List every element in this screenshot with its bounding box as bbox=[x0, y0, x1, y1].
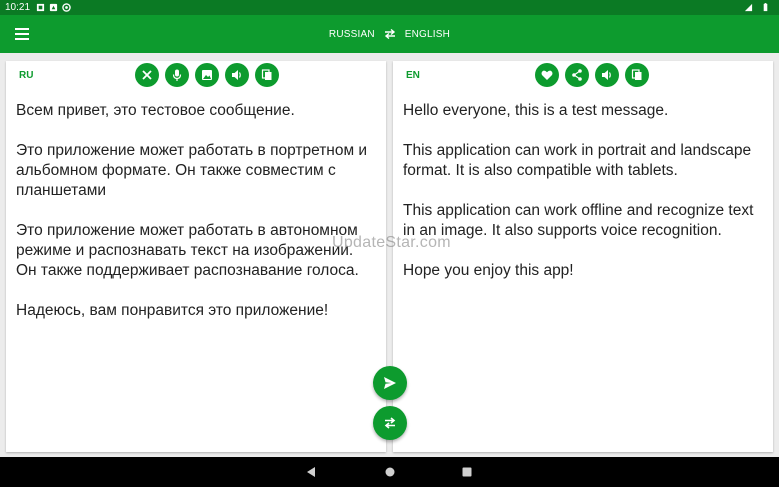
battery-icon bbox=[763, 3, 768, 12]
copy-icon bbox=[631, 69, 642, 80]
target-language-code: EN bbox=[406, 70, 420, 81]
sync-icon bbox=[62, 3, 71, 12]
image-input-button[interactable] bbox=[195, 63, 219, 87]
status-bar: 10:21 bbox=[0, 0, 779, 15]
source-actions bbox=[135, 63, 279, 87]
voice-input-button[interactable] bbox=[165, 63, 189, 87]
target-text-area: Hello everyone, this is a test message. … bbox=[403, 101, 763, 301]
target-paragraph: Hope you enjoy this app! bbox=[403, 262, 574, 279]
language-switcher: RUSSIAN ENGLISH bbox=[0, 15, 779, 53]
mic-icon bbox=[172, 69, 182, 81]
source-text-card: RU Всем привет, это тестовое сообщение. … bbox=[6, 61, 386, 452]
status-time: 10:21 bbox=[5, 2, 31, 13]
clear-button[interactable] bbox=[135, 63, 159, 87]
swap-languages-button[interactable] bbox=[383, 27, 397, 41]
source-paragraph: Всем привет, это тестовое сообщение. bbox=[16, 102, 295, 119]
source-paragraph: Надеюсь, вам понравится это приложение! bbox=[16, 302, 329, 319]
recent-apps-button[interactable] bbox=[460, 465, 474, 479]
clear-icon bbox=[142, 70, 152, 80]
notification-icon bbox=[36, 3, 45, 12]
source-language-selector[interactable]: RUSSIAN bbox=[329, 29, 375, 40]
app-bar: RUSSIAN ENGLISH bbox=[0, 15, 779, 53]
share-icon bbox=[572, 69, 582, 81]
signal-icon bbox=[744, 3, 753, 12]
app-icon bbox=[49, 3, 58, 12]
swap-icon bbox=[384, 417, 396, 429]
source-language-code: RU bbox=[19, 70, 34, 81]
home-button[interactable] bbox=[383, 465, 397, 479]
recent-square-icon bbox=[462, 467, 472, 477]
target-speak-button[interactable] bbox=[595, 63, 619, 87]
source-paragraph: Это приложение может работать в автономн… bbox=[16, 222, 359, 279]
hamburger-menu-icon bbox=[15, 28, 29, 40]
target-paragraph: This application can work in portrait an… bbox=[403, 142, 752, 179]
send-icon bbox=[384, 377, 396, 389]
target-paragraph: This application can work offline and re… bbox=[403, 202, 754, 239]
share-button[interactable] bbox=[565, 63, 589, 87]
source-copy-button[interactable] bbox=[255, 63, 279, 87]
translate-button[interactable] bbox=[373, 366, 407, 400]
target-language-selector[interactable]: ENGLISH bbox=[405, 29, 450, 40]
swap-arrows-icon bbox=[384, 29, 395, 39]
heart-icon bbox=[541, 70, 553, 80]
swap-text-button[interactable] bbox=[373, 406, 407, 440]
target-copy-button[interactable] bbox=[625, 63, 649, 87]
back-triangle-icon bbox=[307, 467, 315, 477]
target-actions bbox=[535, 63, 649, 87]
source-text-area[interactable]: Всем привет, это тестовое сообщение. Это… bbox=[16, 101, 376, 341]
home-circle-icon bbox=[385, 467, 395, 477]
speaker-icon bbox=[232, 70, 241, 80]
back-button[interactable] bbox=[304, 465, 318, 479]
navigation-bar bbox=[0, 457, 779, 487]
target-text-card: EN Hello everyone, this is a test messag… bbox=[393, 61, 773, 452]
menu-button[interactable] bbox=[10, 23, 34, 45]
source-paragraph: Это приложение может работать в портретн… bbox=[16, 142, 368, 199]
image-icon bbox=[202, 70, 212, 80]
speaker-icon bbox=[602, 70, 611, 80]
copy-icon bbox=[261, 69, 272, 80]
watermark: UpdateStar.com bbox=[332, 234, 451, 251]
source-speak-button[interactable] bbox=[225, 63, 249, 87]
favorite-button[interactable] bbox=[535, 63, 559, 87]
target-paragraph: Hello everyone, this is a test message. bbox=[403, 102, 669, 119]
